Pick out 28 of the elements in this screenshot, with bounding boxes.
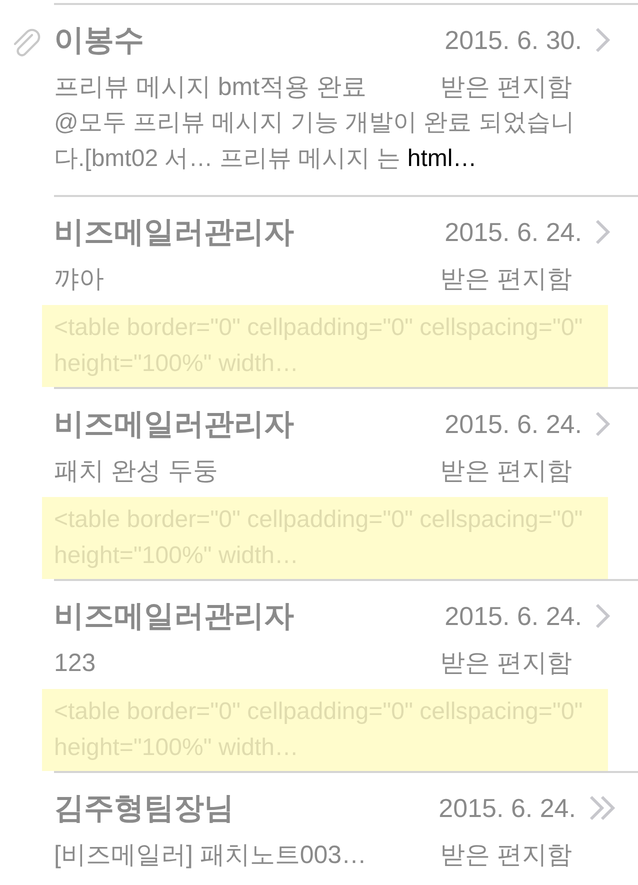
sender-name: 비즈메일러관리자: [54, 406, 295, 442]
double-chevron-icon: [588, 794, 618, 822]
folder-label: 받은 편지함: [440, 648, 572, 679]
message-subject: 프리뷰 메시지 bmt적용 완료: [54, 72, 368, 103]
message-date: 2015. 6. 24.: [438, 792, 576, 824]
chevron-icon: [594, 218, 612, 246]
chevron-icon: [594, 410, 612, 438]
message-row[interactable]: 김주형팀장님 2015. 6. 24. [비즈메일러] 패치노트003… 받은 편지함: [42, 771, 638, 885]
chevron-icon: [594, 602, 612, 630]
sender-name: 김주형팀장님: [54, 790, 235, 826]
message-date: 2015. 6. 24.: [444, 408, 582, 440]
folder-label: 받은 편지함: [440, 840, 572, 871]
sender-name: 비즈메일러관리자: [54, 214, 295, 250]
message-subject: 꺄아: [54, 264, 105, 295]
sender-name: 이봉수: [54, 22, 145, 58]
chevron-icon: [594, 26, 612, 54]
message-subject: 123: [54, 648, 97, 679]
message-row[interactable]: 이봉수 2015. 6. 30. 프리뷰 메시지 bmt적용 완료 받은 편지함 @모두 프리뷰 메시지 기능 개발이 완료 되었습니다.[bmt02 서… 프리뷰 메시지 는 html…: [42, 3, 638, 195]
folder-label: 받은 편지함: [440, 264, 572, 295]
message-date: 2015. 6. 24.: [444, 216, 582, 248]
folder-label: 받은 편지함: [440, 456, 572, 487]
message-preview: @모두 프리뷰 메시지 기능 개발이 완료 되었습니다.[bmt02 서… 프리뷰 메시지 는 html…: [54, 108, 576, 174]
message-date: 2015. 6. 30.: [444, 24, 582, 56]
sender-name: 비즈메일러관리자: [54, 598, 295, 634]
folder-label: 받은 편지함: [440, 72, 572, 103]
message-subject: 패치 완성 두둥: [54, 456, 219, 487]
message-subject: [비즈메일러] 패치노트003…: [54, 840, 368, 871]
message-date: 2015. 6. 24.: [444, 600, 582, 632]
